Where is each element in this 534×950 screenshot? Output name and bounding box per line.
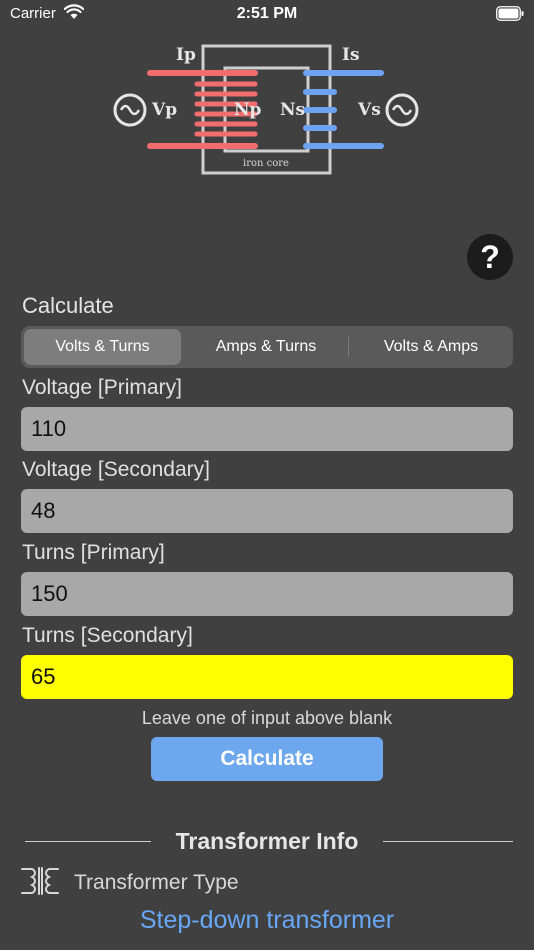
turns-secondary-label: Turns [Secondary] (22, 624, 193, 647)
ac-source-primary-icon (113, 93, 147, 127)
info-divider-right (383, 841, 513, 842)
label-vp: Vp (151, 100, 177, 120)
calculation-mode-selector: Volts & Turns Amps & Turns Volts & Amps (21, 326, 513, 368)
label-is: Is (342, 45, 360, 65)
calculate-section-label: Calculate (22, 293, 114, 318)
voltage-secondary-label: Voltage [Secondary] (22, 458, 210, 481)
label-ns: Ns (280, 100, 305, 120)
voltage-primary-label: Voltage [Primary] (22, 376, 182, 399)
label-iron-core: iron core (243, 158, 289, 169)
transformer-type-value: Step-down transformer (139, 906, 395, 934)
status-bar: Carrier 2:51 PM (0, 0, 534, 28)
label-np: Np (234, 100, 262, 120)
ac-source-secondary-icon (385, 93, 419, 127)
clock: 2:51 PM (236, 5, 298, 22)
instruction-hint: Leave one of input above blank (141, 708, 393, 728)
tab-volts-amps[interactable]: Volts & Amps (349, 329, 513, 365)
label-vs: Vs (357, 100, 381, 120)
turns-secondary-input[interactable] (21, 655, 513, 699)
tab-amps-turns[interactable]: Amps & Turns (184, 329, 348, 365)
calculate-button[interactable]: Calculate (151, 737, 383, 781)
label-ip: Ip (176, 45, 196, 65)
voltage-secondary-input[interactable] (21, 489, 513, 533)
transformer-diagram: Ip Is Vp Vs Np Ns iron core (113, 44, 419, 175)
turns-primary-label: Turns [Primary] (22, 541, 165, 564)
transformer-icon (21, 867, 59, 895)
battery-icon (496, 6, 524, 21)
voltage-primary-input[interactable] (21, 407, 513, 451)
help-button[interactable]: ? (467, 234, 513, 280)
tab-volts-turns[interactable]: Volts & Turns (24, 329, 181, 365)
transformer-type-label: Transformer Type (74, 871, 239, 894)
turns-primary-input[interactable] (21, 572, 513, 616)
